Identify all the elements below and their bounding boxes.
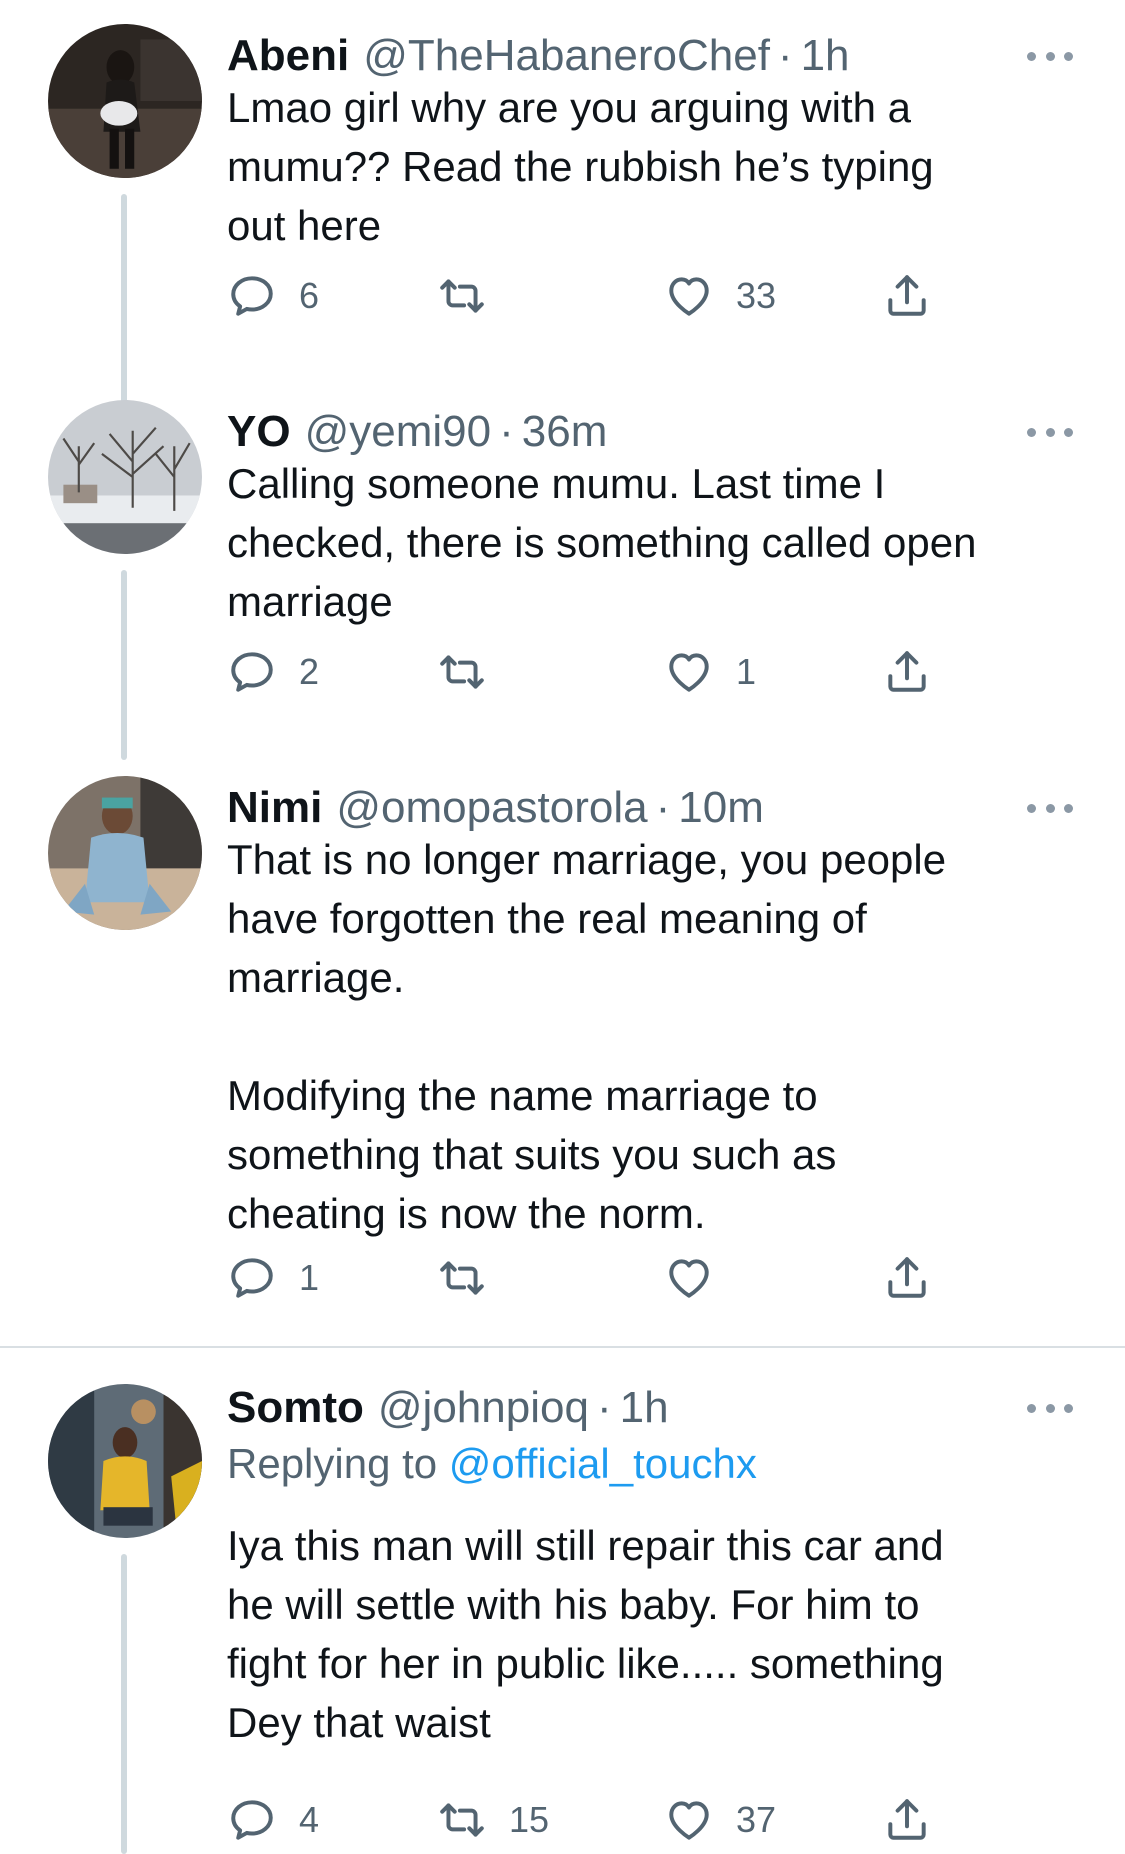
- tweet-actions: 6 33: [227, 268, 957, 324]
- tweet-header: Somto @johnpioq · 1h: [227, 1378, 669, 1438]
- display-name[interactable]: Somto: [227, 1383, 364, 1433]
- reply-button[interactable]: 2: [227, 644, 319, 700]
- profile-photo-person-yellow-shirt: [48, 1384, 202, 1538]
- retweet-icon: [440, 655, 484, 689]
- tweet-actions: 4 15 37: [227, 1792, 957, 1848]
- share-button[interactable]: [882, 1250, 932, 1306]
- reply-button[interactable]: 1: [227, 1250, 319, 1306]
- heart-icon: [669, 653, 709, 692]
- more-options-icon[interactable]: [1027, 422, 1073, 442]
- reply-button[interactable]: 4: [227, 1792, 319, 1848]
- avatar[interactable]: [48, 776, 202, 930]
- share-button[interactable]: [882, 268, 932, 324]
- retweet-button[interactable]: [437, 1250, 509, 1306]
- reply-count: 6: [299, 275, 320, 316]
- avatar[interactable]: [48, 1384, 202, 1538]
- profile-photo-person-denim: [48, 776, 202, 930]
- like-button[interactable]: 37: [664, 1792, 776, 1848]
- tweet-text: Iya this man will still repair this car …: [227, 1522, 944, 1746]
- heart-icon: [669, 277, 709, 316]
- user-handle[interactable]: @omopastorola: [336, 783, 647, 833]
- tweet-actions: 1: [227, 1250, 957, 1306]
- reply-count: 4: [299, 1799, 320, 1840]
- thread-divider: [0, 1346, 1125, 1348]
- reply-icon: [231, 1258, 273, 1298]
- timestamp[interactable]: 10m: [678, 783, 764, 833]
- avatar[interactable]: [48, 24, 202, 178]
- share-icon: [888, 1799, 926, 1840]
- reply-icon: [231, 276, 273, 316]
- retweet-button[interactable]: 15: [437, 1792, 549, 1848]
- retweet-icon: [440, 1803, 484, 1837]
- share-button[interactable]: [882, 644, 932, 700]
- user-handle[interactable]: @yemi90: [305, 407, 492, 457]
- display-name[interactable]: YO: [227, 407, 291, 457]
- replying-to: Replying to @official_touchx: [227, 1440, 757, 1488]
- display-name[interactable]: Abeni: [227, 31, 349, 81]
- reply-icon: [231, 1800, 273, 1840]
- reply-count: 2: [299, 651, 320, 692]
- user-handle[interactable]: @TheHabaneroChef: [363, 31, 770, 81]
- share-icon: [888, 1257, 926, 1298]
- reply-icon: [231, 652, 273, 692]
- more-options-icon[interactable]: [1027, 1398, 1073, 1418]
- tweet-text: That is no longer marriage, you people h…: [227, 836, 947, 1237]
- avatar[interactable]: [48, 400, 202, 554]
- tweet-header: Abeni @TheHabaneroChef · 1h: [227, 26, 850, 86]
- tweet-header: YO @yemi90 · 36m: [227, 402, 607, 462]
- separator: ·: [777, 31, 793, 80]
- thread-line: [121, 1554, 127, 1854]
- heart-icon: [669, 1259, 709, 1298]
- like-count: 1: [736, 651, 757, 692]
- retweet-icon: [440, 279, 484, 313]
- retweet-count: 15: [509, 1799, 550, 1840]
- replying-to-handle[interactable]: @official_touchx: [449, 1440, 757, 1487]
- retweet-button[interactable]: [437, 268, 509, 324]
- like-count: 37: [736, 1799, 777, 1840]
- like-button[interactable]: [664, 1250, 736, 1306]
- tweet-header: Nimi @omopastorola · 10m: [227, 778, 764, 838]
- separator: ·: [655, 783, 671, 832]
- tweet-text: Lmao girl why are you arguing with a mum…: [227, 84, 934, 249]
- heart-icon: [669, 1801, 709, 1840]
- like-button[interactable]: 1: [664, 644, 756, 700]
- share-icon: [888, 651, 926, 692]
- retweet-icon: [440, 1261, 484, 1295]
- reply-button[interactable]: 6: [227, 268, 319, 324]
- like-count: 33: [736, 275, 777, 316]
- like-button[interactable]: 33: [664, 268, 776, 324]
- user-handle[interactable]: @johnpioq: [378, 1383, 589, 1433]
- timestamp[interactable]: 1h: [620, 1383, 669, 1433]
- tweet-text: Calling someone mumu. Last time I checke…: [227, 460, 977, 625]
- more-options-icon[interactable]: [1027, 46, 1073, 66]
- reply-count: 1: [299, 1257, 320, 1298]
- share-icon: [888, 275, 926, 316]
- separator: ·: [596, 1383, 612, 1432]
- thread-line: [121, 570, 127, 760]
- timestamp[interactable]: 36m: [522, 407, 608, 457]
- thread-line: [121, 194, 127, 404]
- profile-photo-snowy-trees: [48, 400, 202, 554]
- replying-to-label: Replying to: [227, 1440, 449, 1487]
- tweet-actions: 2 1: [227, 644, 957, 700]
- share-button[interactable]: [882, 1792, 932, 1848]
- profile-photo-dark-interior: [48, 24, 202, 178]
- retweet-button[interactable]: [437, 644, 509, 700]
- more-options-icon[interactable]: [1027, 798, 1073, 818]
- timestamp[interactable]: 1h: [801, 31, 850, 81]
- display-name[interactable]: Nimi: [227, 783, 322, 833]
- separator: ·: [499, 407, 514, 456]
